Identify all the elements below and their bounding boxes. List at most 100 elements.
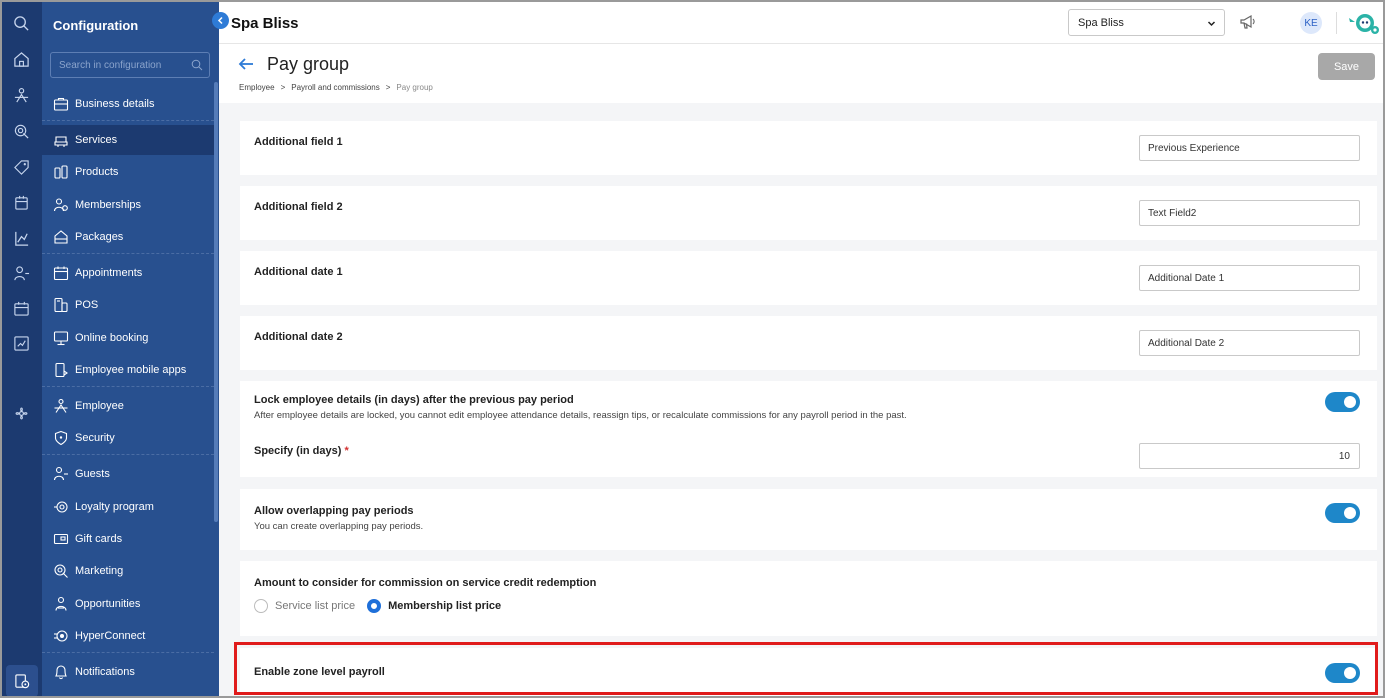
location-value: Spa Bliss bbox=[1078, 16, 1124, 29]
field-label: Additional field 2 bbox=[254, 201, 343, 213]
commission-radio-group: Service list price Membership list price bbox=[254, 599, 501, 613]
collapse-sidebar-button[interactable] bbox=[212, 12, 229, 29]
location-select[interactable]: Spa Bliss bbox=[1068, 9, 1225, 36]
days-label: Specify (in days) * bbox=[254, 445, 349, 457]
additional-date-2-input[interactable]: Additional Date 2 bbox=[1139, 330, 1360, 356]
integrations-icon[interactable] bbox=[10, 402, 32, 424]
sidebar-item-label: Notifications bbox=[75, 666, 135, 678]
breadcrumb-employee[interactable]: Employee bbox=[239, 83, 275, 92]
save-button[interactable]: Save bbox=[1318, 53, 1375, 80]
tag-icon[interactable] bbox=[10, 156, 32, 178]
sidebar-item-label: HyperConnect bbox=[75, 630, 146, 642]
search-input[interactable]: Search in configuration bbox=[50, 52, 210, 78]
avatar[interactable]: KE bbox=[1300, 12, 1322, 34]
sidebar-item-label: Marketing bbox=[75, 565, 124, 577]
overlapping-toggle[interactable] bbox=[1325, 503, 1360, 523]
breadcrumb-separator: > bbox=[280, 83, 286, 92]
additional-field-1-input[interactable]: Previous Experience bbox=[1139, 135, 1360, 161]
radio-service-list-price[interactable] bbox=[254, 599, 268, 613]
sidebar-item-appointments[interactable]: Appointments bbox=[42, 258, 214, 288]
home-icon[interactable] bbox=[10, 48, 32, 70]
dashboard-icon[interactable] bbox=[10, 332, 32, 354]
sidebar-item-label: Services bbox=[75, 134, 118, 146]
configuration-icon[interactable] bbox=[6, 665, 38, 696]
back-arrow-icon[interactable] bbox=[237, 55, 255, 78]
commission-label: Amount to consider for commission on ser… bbox=[254, 577, 597, 589]
sidebar-item-label: Employee mobile apps bbox=[75, 364, 187, 376]
sidebar-item-loyalty-program[interactable]: Loyalty program bbox=[42, 492, 214, 522]
guest-icon[interactable] bbox=[10, 262, 32, 284]
sidebar-item-services[interactable]: Services bbox=[42, 125, 214, 155]
gift-card-icon bbox=[52, 530, 70, 548]
additional-date-1-input[interactable]: Additional Date 1 bbox=[1139, 265, 1360, 291]
additional-field-2-input[interactable]: Text Field2 bbox=[1139, 200, 1360, 226]
app-frame: Configuration Search in configuration Bu… bbox=[0, 0, 1385, 698]
days-input[interactable]: 10 bbox=[1139, 443, 1360, 469]
radio-membership-list-price[interactable] bbox=[367, 599, 382, 613]
sidebar-item-pos[interactable]: POS bbox=[42, 290, 214, 320]
highlight-box bbox=[234, 642, 1378, 695]
divider bbox=[1336, 12, 1337, 34]
overlapping-description: You can create overlapping pay periods. bbox=[254, 521, 424, 532]
sidebar-item-label: Products bbox=[75, 166, 119, 178]
top-bar: Spa Bliss Spa Bliss KE bbox=[219, 2, 1383, 44]
search-icon bbox=[191, 59, 203, 71]
brand-name: Spa Bliss bbox=[231, 15, 299, 32]
overlapping-label: Allow overlapping pay periods bbox=[254, 505, 414, 517]
sidebar-item-packages[interactable]: Packages bbox=[42, 222, 214, 252]
sidebar-item-label: Appointments bbox=[75, 267, 143, 279]
sidebar-item-products[interactable]: Products bbox=[42, 157, 214, 187]
sidebar-item-notifications[interactable]: Notifications bbox=[42, 657, 214, 687]
additional-field-1-card: Additional field 1 Previous Experience bbox=[240, 121, 1377, 175]
breadcrumb-payroll[interactable]: Payroll and commissions bbox=[291, 83, 379, 92]
additional-date-1-card: Additional date 1 Additional Date 1 bbox=[240, 251, 1377, 305]
pos-icon bbox=[52, 296, 70, 314]
reports-icon[interactable] bbox=[10, 227, 32, 249]
sidebar-item-online-booking[interactable]: Online booking bbox=[42, 323, 214, 353]
inventory-icon[interactable] bbox=[10, 191, 32, 213]
bell-icon bbox=[52, 663, 70, 681]
divider bbox=[42, 120, 214, 121]
sidebar-item-label: Online booking bbox=[75, 332, 149, 344]
assistant-bot-icon[interactable] bbox=[1347, 10, 1381, 41]
radio-label: Service list price bbox=[275, 600, 356, 612]
additional-field-2-card: Additional field 2 Text Field2 bbox=[240, 186, 1377, 240]
people-icon[interactable] bbox=[10, 84, 32, 106]
sidebar-item-marketing[interactable]: Marketing bbox=[42, 556, 214, 586]
calendar-icon[interactable] bbox=[10, 297, 32, 319]
sidebar-item-label: Memberships bbox=[75, 199, 142, 211]
sidebar-item-opportunities[interactable]: Opportunities bbox=[42, 589, 214, 619]
memberships-icon bbox=[52, 196, 70, 214]
lock-details-description: After employee details are locked, you c… bbox=[254, 410, 907, 421]
sidebar-item-hyperconnect[interactable]: HyperConnect bbox=[42, 621, 214, 651]
hyperconnect-icon bbox=[52, 627, 70, 645]
breadcrumb-separator: > bbox=[385, 83, 391, 92]
breadcrumb-current: Pay group bbox=[396, 83, 433, 92]
sidebar-item-label: Employee bbox=[75, 400, 124, 412]
briefcase-icon bbox=[52, 95, 70, 113]
field-label: Additional date 1 bbox=[254, 266, 343, 278]
sidebar-item-memberships[interactable]: Memberships bbox=[42, 190, 214, 220]
sidebar-item-guests[interactable]: Guests bbox=[42, 459, 214, 489]
sidebar-scrollbar[interactable] bbox=[214, 82, 218, 522]
guests-icon bbox=[52, 465, 70, 483]
lock-details-toggle[interactable] bbox=[1325, 392, 1360, 412]
monitor-icon bbox=[52, 329, 70, 347]
employee-icon bbox=[52, 397, 70, 415]
page-title: Pay group bbox=[267, 54, 350, 74]
sidebar-item-employee[interactable]: Employee bbox=[42, 391, 214, 421]
marketing-icon bbox=[52, 562, 70, 580]
packages-icon bbox=[52, 228, 70, 246]
divider bbox=[42, 652, 214, 653]
search-icon[interactable] bbox=[10, 12, 32, 34]
sidebar-item-business-details[interactable]: Business details bbox=[42, 89, 214, 119]
sidebar-item-employee-mobile-apps[interactable]: Employee mobile apps bbox=[42, 355, 214, 385]
megaphone-icon[interactable] bbox=[1239, 13, 1257, 36]
sidebar-item-security[interactable]: Security bbox=[42, 423, 214, 453]
marketing-icon[interactable] bbox=[10, 120, 32, 142]
required-mark: * bbox=[344, 445, 349, 457]
shield-icon bbox=[52, 429, 70, 447]
chevron-left-icon bbox=[217, 16, 223, 25]
sidebar-item-gift-cards[interactable]: Gift cards bbox=[42, 524, 214, 554]
commission-card: Amount to consider for commission on ser… bbox=[240, 561, 1377, 636]
